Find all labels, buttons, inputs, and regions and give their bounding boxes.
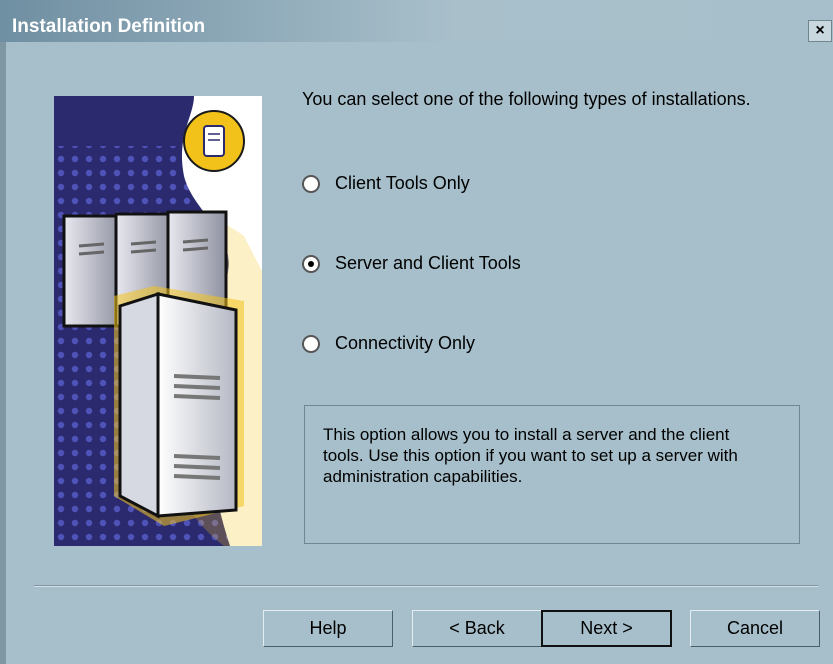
window-title: Installation Definition bbox=[12, 16, 206, 37]
radio-button-connectivity-only[interactable] bbox=[302, 334, 320, 353]
radio-button-server-and-client-tools[interactable] bbox=[302, 254, 320, 273]
radio-selected-dot bbox=[308, 260, 314, 267]
option-connectivity-only[interactable]: Connectivity Only bbox=[302, 333, 475, 354]
server-illustration bbox=[54, 96, 262, 546]
dialog-left-border bbox=[0, 42, 6, 664]
cancel-button[interactable]: Cancel bbox=[690, 610, 820, 647]
help-button[interactable]: Help bbox=[263, 610, 393, 647]
option-label: Connectivity Only bbox=[335, 333, 476, 353]
back-button[interactable]: < Back bbox=[412, 610, 542, 647]
intro-text: You can select one of the following type… bbox=[302, 89, 751, 109]
close-icon: × bbox=[815, 22, 825, 39]
option-client-tools-only[interactable]: Client Tools Only bbox=[302, 173, 470, 194]
option-description-box: This option allows you to install a serv… bbox=[304, 405, 800, 544]
option-description: This option allows you to install a serv… bbox=[323, 425, 738, 486]
server-illustration-graphic bbox=[54, 96, 262, 546]
close-button[interactable]: × bbox=[808, 20, 832, 42]
title-bar[interactable]: Installation Definition × bbox=[0, 0, 833, 42]
next-button[interactable]: Next > bbox=[541, 610, 672, 647]
radio-button-client-tools-only[interactable] bbox=[302, 174, 320, 193]
option-label: Client Tools Only bbox=[335, 173, 470, 193]
button-separator bbox=[34, 585, 818, 587]
option-label: Server and Client Tools bbox=[335, 253, 521, 273]
option-server-and-client-tools[interactable]: Server and Client Tools bbox=[302, 253, 521, 274]
